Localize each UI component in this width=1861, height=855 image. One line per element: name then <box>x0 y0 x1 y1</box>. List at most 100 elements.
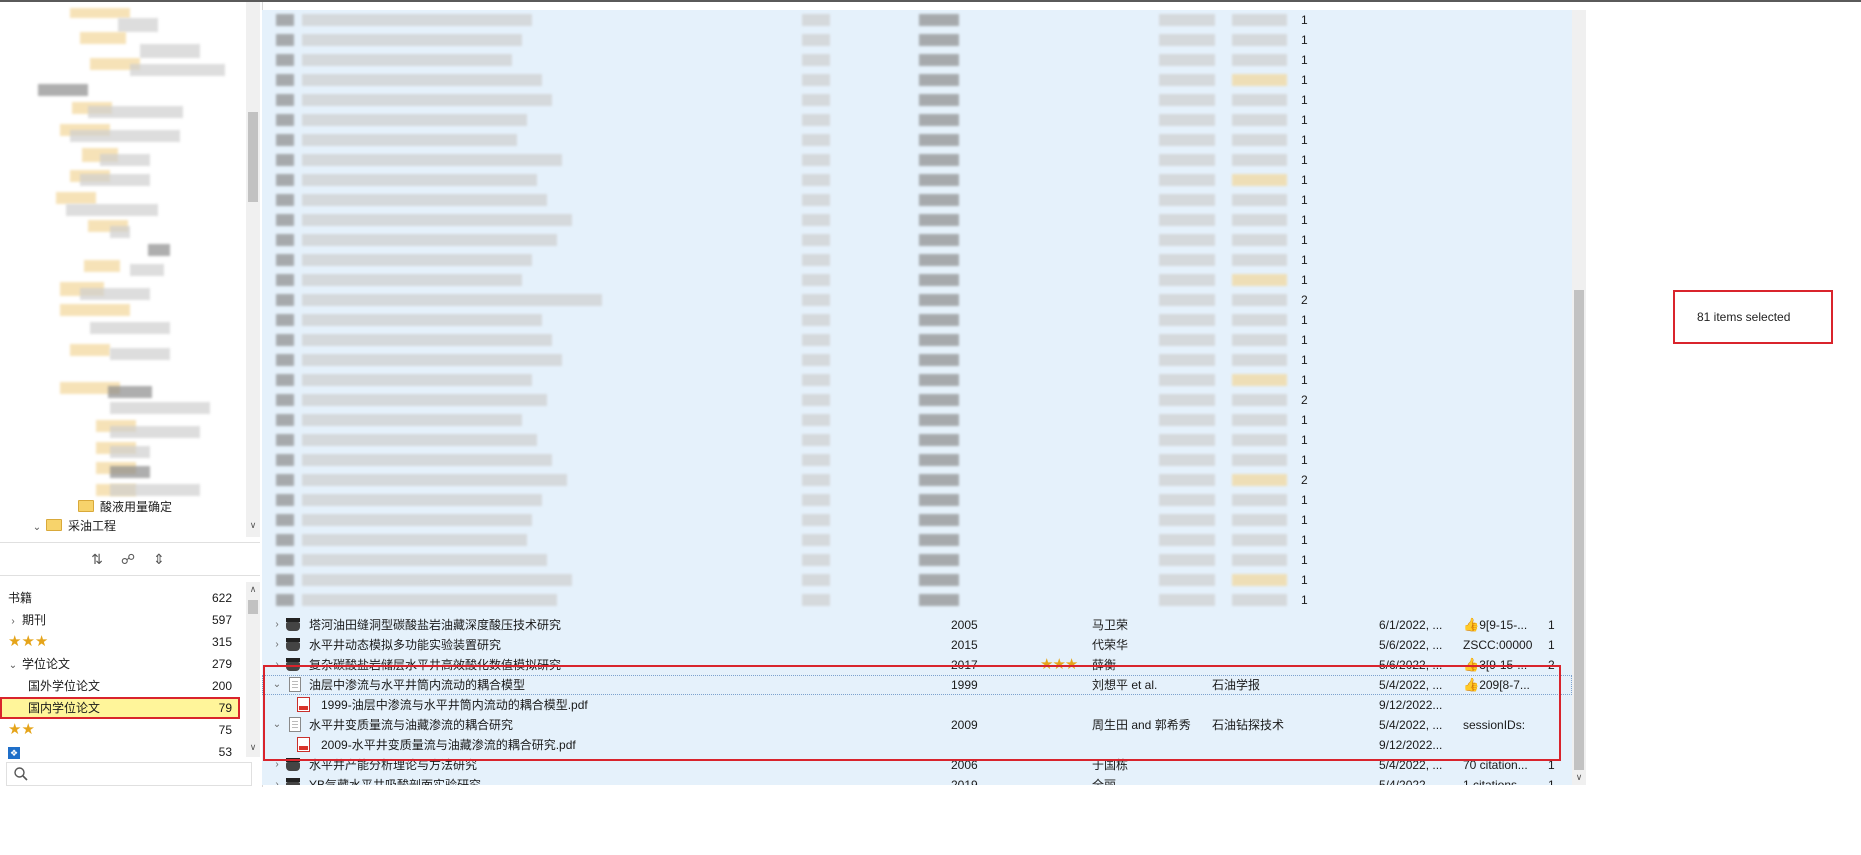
redacted-cell <box>1159 534 1215 546</box>
tag-row-journals[interactable]: › 期刊 597 <box>0 609 240 631</box>
scrollbar-thumb[interactable] <box>248 600 258 614</box>
redacted-cell <box>1159 574 1215 586</box>
redacted-cell <box>1232 334 1287 346</box>
redacted-item-row[interactable]: 1 <box>262 170 1572 190</box>
tag-row-foreign-theses[interactable]: 国外学位论文 200 <box>0 675 240 697</box>
blurred-tree-item <box>130 64 225 76</box>
tag-name: › 期刊 <box>8 609 46 633</box>
tag-row-domestic-theses[interactable]: 国内学位论文 79 <box>0 697 240 719</box>
thesis-icon <box>286 776 300 785</box>
redacted-item-row[interactable]: 1 <box>262 250 1572 270</box>
scroll-down-arrow-icon[interactable]: ∨ <box>246 742 260 753</box>
redacted-cell <box>919 294 959 306</box>
redacted-item-row[interactable]: 1 <box>262 510 1572 530</box>
item-notes-count: 1 <box>1301 233 1308 247</box>
redacted-item-row[interactable]: 1 <box>262 110 1572 130</box>
redacted-item-row[interactable]: 1 <box>262 210 1572 230</box>
redacted-item-row[interactable]: 1 <box>262 430 1572 450</box>
blurred-tree-item <box>38 84 88 96</box>
redacted-item-row[interactable]: 1 <box>262 50 1572 70</box>
redacted-item-row[interactable]: 1 <box>262 590 1572 610</box>
redacted-cell <box>1159 194 1215 206</box>
collection-tree-scrollbar[interactable]: ∨ <box>246 2 260 537</box>
blurred-tree-item <box>110 402 210 414</box>
redacted-item-row[interactable]: 1 <box>262 10 1572 30</box>
redacted-item-row[interactable]: 1 <box>262 350 1572 370</box>
chevron-right-icon[interactable]: › <box>8 611 18 633</box>
item-creator: 代荣华 <box>1092 638 1129 652</box>
redacted-item-row[interactable]: 1 <box>262 370 1572 390</box>
chevron-right-icon[interactable]: › <box>272 635 282 655</box>
redacted-item-row[interactable]: 1 <box>262 330 1572 350</box>
collections-pane: 酸液用量确定 ⌄ 采油工程 ∨ ⇅ ☍ ⇕ 书籍 622 › 期刊 597 ★★★ … <box>0 2 263 787</box>
redacted-item-row[interactable]: 1 <box>262 310 1572 330</box>
scroll-up-arrow-icon[interactable]: ∧ <box>246 584 260 595</box>
tag-row-three-stars[interactable]: ★★★ 315 <box>0 631 240 653</box>
redacted-item-row[interactable]: 1 <box>262 530 1572 550</box>
tag-list-scrollbar[interactable]: ∧ ∨ <box>246 582 260 757</box>
redacted-item-row[interactable]: 1 <box>262 90 1572 110</box>
chevron-right-icon[interactable]: › <box>272 775 282 785</box>
tag-filter-input[interactable] <box>6 762 252 786</box>
collection-acid-volume[interactable]: 酸液用量确定 <box>78 498 172 516</box>
tag-row-theses[interactable]: ⌄ 学位论文 279 <box>0 653 240 675</box>
blurred-tree-item <box>80 32 126 44</box>
item-row[interactable]: › 水平井动态模拟多功能实验装置研究 2015 代荣华 5/6/2022, ..… <box>262 635 1572 655</box>
redacted-item-row[interactable]: 2 <box>262 470 1572 490</box>
redacted-item-row[interactable]: 1 <box>262 230 1572 250</box>
scrollbar-thumb[interactable] <box>248 112 258 202</box>
tag-count: 53 <box>218 745 232 759</box>
tag-row-books[interactable]: 书籍 622 <box>0 587 240 609</box>
subcollections-icon[interactable]: ☍ <box>119 550 137 568</box>
item-notes-count: 1 <box>1301 193 1308 207</box>
redacted-cell <box>276 414 294 426</box>
redacted-item-row[interactable]: 1 <box>262 570 1572 590</box>
item-row[interactable]: › 塔河油田缝洞型碳酸盐岩油藏深度酸压技术研究 2005 马卫荣 6/1/202… <box>262 615 1572 635</box>
redacted-cell <box>276 34 294 46</box>
redacted-item-row[interactable]: 1 <box>262 410 1572 430</box>
item-row[interactable]: › YB气藏水平井吸酸剖面实验研究 2019 全丽 5/4/2022, ... … <box>262 775 1572 785</box>
redacted-cell <box>276 234 294 246</box>
redacted-cell <box>919 314 959 326</box>
redacted-item-row[interactable]: 1 <box>262 550 1572 570</box>
redacted-cell <box>1159 394 1215 406</box>
redacted-cell <box>919 494 959 506</box>
redacted-cell <box>276 394 294 406</box>
tag-row-two-stars[interactable]: ★★ 75 <box>0 719 240 741</box>
redacted-item-row[interactable]: 1 <box>262 490 1572 510</box>
redacted-item-row[interactable]: 1 <box>262 70 1572 90</box>
chevron-down-icon[interactable]: ⌄ <box>32 519 42 537</box>
redacted-cell <box>276 534 294 546</box>
item-title: YB气藏水平井吸酸剖面实验研究 <box>309 778 482 785</box>
redacted-item-row[interactable]: 1 <box>262 130 1572 150</box>
expand-collapse-icon[interactable]: ⇕ <box>150 550 168 568</box>
chevron-down-icon[interactable]: ⌄ <box>8 655 18 677</box>
chevron-right-icon[interactable]: › <box>272 615 282 635</box>
collection-production-engineering[interactable]: ⌄ 采油工程 <box>32 517 116 535</box>
item-notes-count: 1 <box>1301 353 1308 367</box>
redacted-item-row[interactable]: 1 <box>262 450 1572 470</box>
blurred-tree-item <box>90 322 170 334</box>
scrollbar-thumb[interactable] <box>1574 290 1584 770</box>
redacted-cell <box>919 474 959 486</box>
scroll-down-arrow-icon[interactable]: ∨ <box>246 520 260 531</box>
sort-icon[interactable]: ⇅ <box>88 550 106 568</box>
redacted-cell <box>1232 554 1287 566</box>
scroll-down-arrow-icon[interactable]: ∨ <box>1572 772 1586 783</box>
redacted-cell <box>919 514 959 526</box>
redacted-cell <box>919 254 959 266</box>
redacted-item-row[interactable]: 1 <box>262 30 1572 50</box>
redacted-cell <box>1232 494 1287 506</box>
redacted-item-row[interactable]: 1 <box>262 270 1572 290</box>
tag-count: 315 <box>211 635 232 649</box>
items-list-scrollbar[interactable]: ∨ <box>1572 10 1586 785</box>
redacted-item-row[interactable]: 2 <box>262 290 1572 310</box>
redacted-item-row[interactable]: 1 <box>262 190 1572 210</box>
redacted-item-row[interactable]: 1 <box>262 150 1572 170</box>
redacted-item-row[interactable]: 2 <box>262 390 1572 410</box>
two-stars-icon: ★★ <box>8 721 35 738</box>
tag-row-pinned[interactable]: ❖ 53 <box>0 741 240 759</box>
items-list[interactable]: 1 1 1 1 1 1 1 1 1 1 1 1 1 1 2 1 1 1 1 2 1 1 1 2 1 1 1 1 1 1 › 塔河油田缝洞型… <box>262 10 1572 785</box>
tag-count: 200 <box>211 679 232 693</box>
redacted-cell <box>302 294 602 306</box>
